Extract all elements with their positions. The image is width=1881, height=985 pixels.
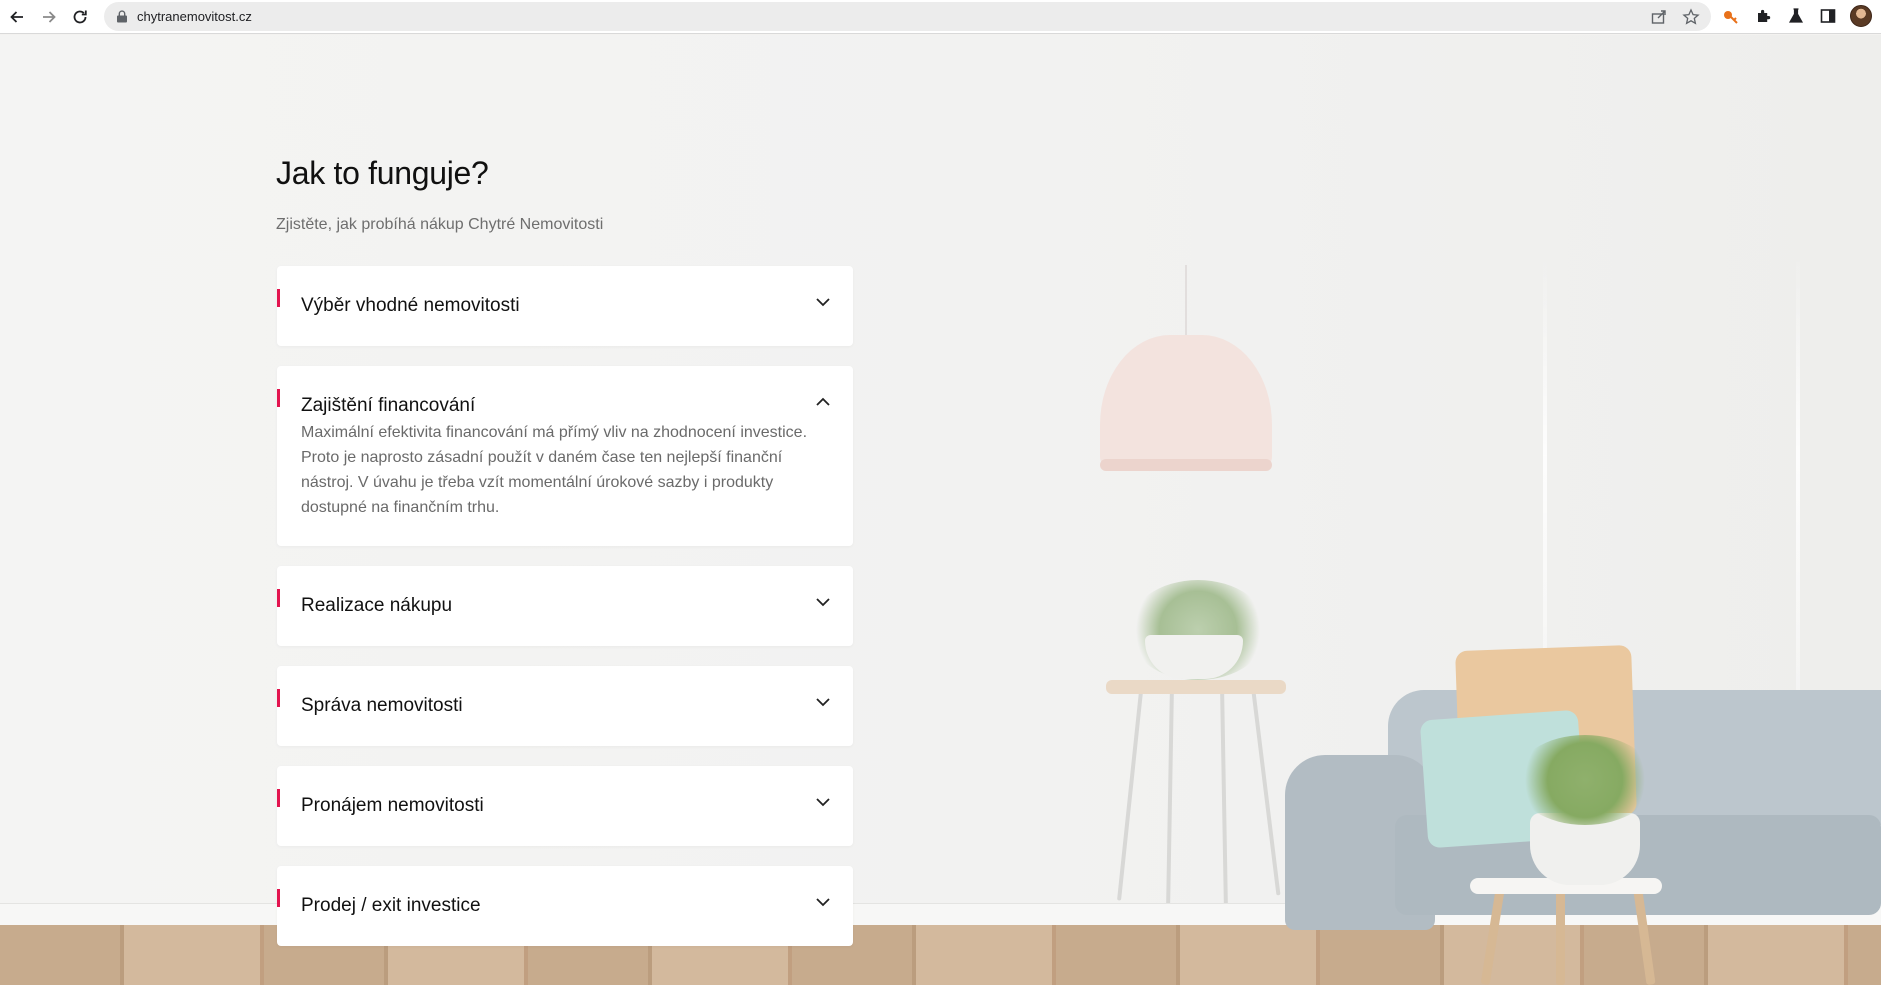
accordion-item-vyber[interactable]: Výběr vhodné nemovitosti [277, 266, 853, 346]
back-button[interactable] [5, 5, 29, 29]
accordion-item-financovani[interactable]: Zajištění financování Maximální efektivi… [277, 366, 853, 546]
accent-bar [277, 689, 280, 707]
chevron-down-icon[interactable] [815, 796, 831, 808]
forward-button[interactable] [37, 5, 61, 29]
accent-bar [277, 789, 280, 807]
flask-icon[interactable] [1787, 7, 1805, 25]
reload-button[interactable] [68, 5, 92, 29]
lock-icon [117, 10, 127, 23]
accent-bar [277, 289, 280, 307]
accent-bar [277, 589, 280, 607]
address-bar[interactable]: chytranemovitost.cz [104, 2, 1711, 31]
accent-bar [277, 389, 280, 407]
accordion-label: Správa nemovitosti [301, 695, 463, 716]
star-icon[interactable] [1682, 8, 1700, 26]
accordion-item-prodej[interactable]: Prodej / exit investice [277, 866, 853, 946]
accordion-item-pronajem[interactable]: Pronájem nemovitosti [277, 766, 853, 846]
accordion-item-realizace[interactable]: Realizace nákupu [277, 566, 853, 646]
accordion-label: Realizace nákupu [301, 595, 453, 616]
extension-key-icon[interactable] [1722, 7, 1740, 25]
accordion-label: Pronájem nemovitosti [301, 795, 484, 816]
arrow-left-icon [10, 11, 23, 23]
pendant-lamp [1100, 335, 1272, 467]
chevron-down-icon[interactable] [815, 696, 831, 708]
side-table [1106, 680, 1286, 694]
browser-toolbar: chytranemovitost.cz [0, 0, 1881, 34]
chevron-down-icon[interactable] [815, 896, 831, 908]
profile-avatar[interactable] [1850, 5, 1872, 27]
chevron-down-icon[interactable] [815, 296, 831, 308]
chevron-down-icon[interactable] [815, 596, 831, 608]
reload-icon [73, 10, 87, 24]
chevron-up-icon[interactable] [815, 396, 831, 408]
accordion-label: Prodej / exit investice [301, 895, 481, 916]
accordion-item-sprava[interactable]: Správa nemovitosti [277, 666, 853, 746]
page-content: Jak to funguje? Zjistěte, jak probíhá ná… [0, 35, 1881, 985]
page-title: Jak to funguje? [276, 155, 489, 191]
accordion-body: Maximální efektivita financování má přím… [301, 424, 808, 516]
page-subtitle: Zjistěte, jak probíhá nákup Chytré Nemov… [276, 216, 604, 233]
accordion-label: Zajištění financování [301, 395, 476, 416]
accent-bar [277, 889, 280, 907]
share-icon[interactable] [1650, 8, 1668, 26]
side-panel-icon[interactable] [1819, 7, 1837, 25]
puzzle-icon[interactable] [1755, 7, 1773, 25]
accordion-label: Výběr vhodné nemovitosti [301, 295, 520, 316]
plant [1515, 735, 1655, 825]
arrow-right-icon [43, 11, 56, 23]
url-text: chytranemovitost.cz [137, 9, 252, 24]
